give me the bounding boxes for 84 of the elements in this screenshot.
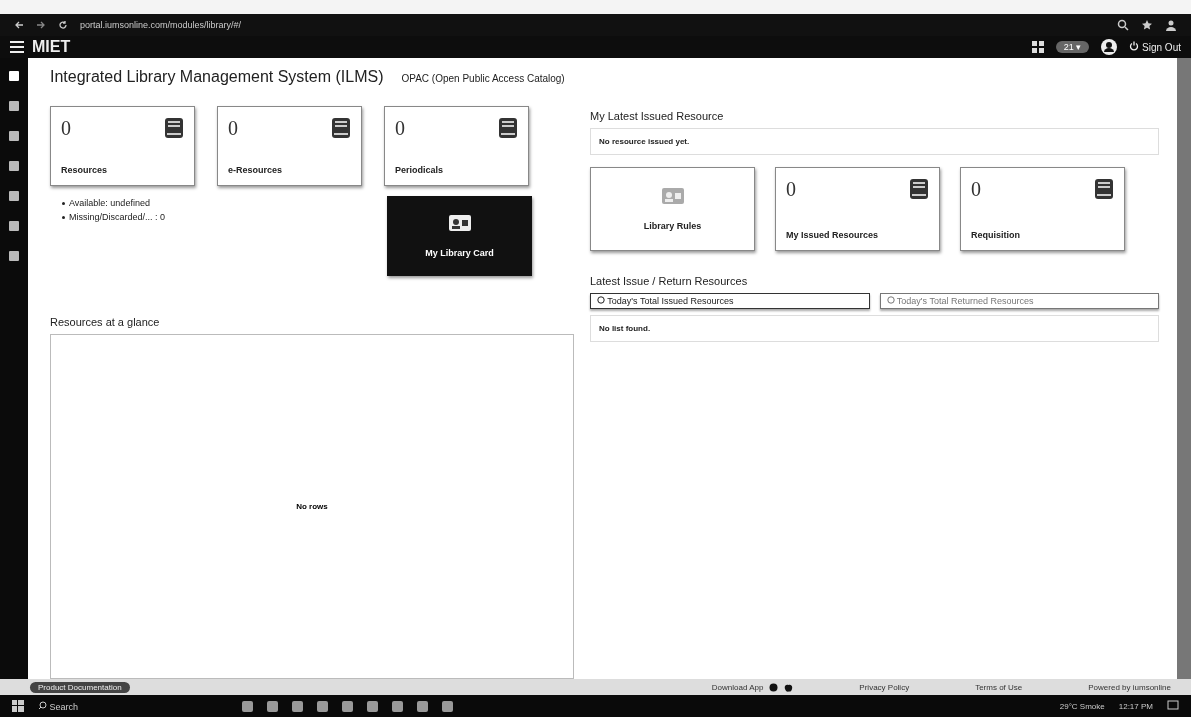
book-icon <box>909 178 929 200</box>
app-icon[interactable] <box>417 700 428 712</box>
book-icon <box>498 117 518 139</box>
forward-icon[interactable] <box>36 20 46 30</box>
stat-item: Available: undefined <box>69 197 150 210</box>
section-heading: My Latest Issued Resource <box>590 110 725 122</box>
book-icon <box>164 117 184 139</box>
stat-card[interactable]: 0 Resources <box>50 106 195 186</box>
app-icon[interactable] <box>292 700 303 712</box>
brand-name: MIET <box>32 38 71 56</box>
rules-card[interactable]: Library Rules <box>590 167 755 251</box>
opac-link[interactable]: OPAC (Open Public Access Catalog) <box>401 73 565 84</box>
sidebar-icon[interactable] <box>8 250 20 262</box>
app-icon[interactable] <box>442 700 453 712</box>
sidebar-icon[interactable] <box>8 100 20 112</box>
menu-icon[interactable] <box>10 41 24 53</box>
app-icon[interactable] <box>267 700 278 712</box>
book-icon <box>331 117 351 139</box>
tab[interactable]: Today's Total Returned Resources <box>879 293 1159 309</box>
stat-card[interactable]: 0 Periodicals <box>384 106 529 186</box>
count-value: 0 <box>61 117 71 140</box>
app-icon[interactable] <box>317 700 328 712</box>
empty-message: No list found. <box>590 315 1159 342</box>
sidebar-icon[interactable] <box>8 130 20 142</box>
section-heading: Resources at a glance <box>50 316 161 328</box>
count-value: 0 <box>395 117 405 140</box>
search-field[interactable]: Search <box>38 700 188 712</box>
page-title: Integrated Library Management System (ILMS) <box>50 68 384 86</box>
privacy-link[interactable]: Privacy Policy <box>859 682 910 692</box>
star-icon[interactable] <box>1141 19 1153 31</box>
count-value: 0 <box>971 178 981 201</box>
app-icon[interactable] <box>342 700 353 712</box>
card-label: Library Rules <box>643 221 702 231</box>
id-card-icon <box>660 187 685 205</box>
stat-card[interactable]: 0 e-Resources <box>217 106 362 186</box>
count-value: 0 <box>228 117 238 140</box>
circle-icon <box>597 296 605 304</box>
notification-icon[interactable] <box>1167 700 1179 712</box>
card-label: My Issued Resources <box>786 230 880 240</box>
grid-icon[interactable] <box>1031 41 1044 53</box>
bullet-icon <box>62 201 65 205</box>
app-icon[interactable] <box>367 700 378 712</box>
library-card-tile[interactable]: My Library Card <box>387 196 532 276</box>
clock-text[interactable]: 12:17 PM <box>1118 701 1153 711</box>
search-icon <box>38 700 47 710</box>
windows-icon[interactable] <box>12 700 24 712</box>
user-icon[interactable] <box>1165 19 1177 31</box>
download-link[interactable]: Download App <box>711 682 764 692</box>
section-heading: Latest Issue / Return Resources <box>590 275 749 287</box>
powered-by-text: Powered by iumsonline <box>1088 682 1171 692</box>
power-icon <box>1129 41 1140 51</box>
id-card-icon <box>447 214 472 232</box>
stat-item: Missing/Discarded/... : 0 <box>69 211 166 224</box>
sidebar-icon[interactable] <box>8 70 20 82</box>
card-label: Resources <box>61 165 109 175</box>
sidebar-icon[interactable] <box>8 190 20 202</box>
tab[interactable]: Today's Total Issued Resources <box>590 293 870 309</box>
card-label: e-Resources <box>228 165 284 175</box>
search-icon[interactable] <box>1117 19 1129 31</box>
back-icon[interactable] <box>14 20 24 30</box>
stat-card[interactable]: 0 Requisition <box>960 167 1125 251</box>
empty-message: No rows <box>296 502 328 511</box>
sign-out-button[interactable]: Sign Out <box>1129 41 1181 53</box>
bullet-icon <box>62 215 65 219</box>
book-icon <box>1094 178 1114 200</box>
app-icon[interactable] <box>392 700 403 712</box>
documentation-badge[interactable]: Product Documentation <box>30 681 130 693</box>
card-label: Requisition <box>971 230 1021 240</box>
circle-icon <box>886 296 895 304</box>
count-value: 0 <box>786 178 796 201</box>
weather-text[interactable]: 29°C Smoke <box>1059 701 1105 711</box>
session-badge[interactable]: 21 ▾ <box>1055 41 1090 53</box>
address-bar[interactable]: portal.iumsonline.com/modules/library/#/ <box>80 20 242 30</box>
scrollbar[interactable] <box>1177 58 1191 679</box>
sidebar-icon[interactable] <box>8 220 20 232</box>
card-label: My Library Card <box>425 248 494 258</box>
card-label: Periodicals <box>395 165 445 175</box>
empty-message: No resource issued yet. <box>590 128 1159 155</box>
sidebar-icon[interactable] <box>8 160 20 172</box>
account-icon[interactable] <box>1101 39 1118 55</box>
app-icon[interactable] <box>242 700 253 712</box>
stat-card[interactable]: 0 My Issued Resources <box>775 167 940 251</box>
terms-link[interactable]: Terms of Use <box>975 682 1023 692</box>
reload-icon[interactable] <box>58 20 68 30</box>
